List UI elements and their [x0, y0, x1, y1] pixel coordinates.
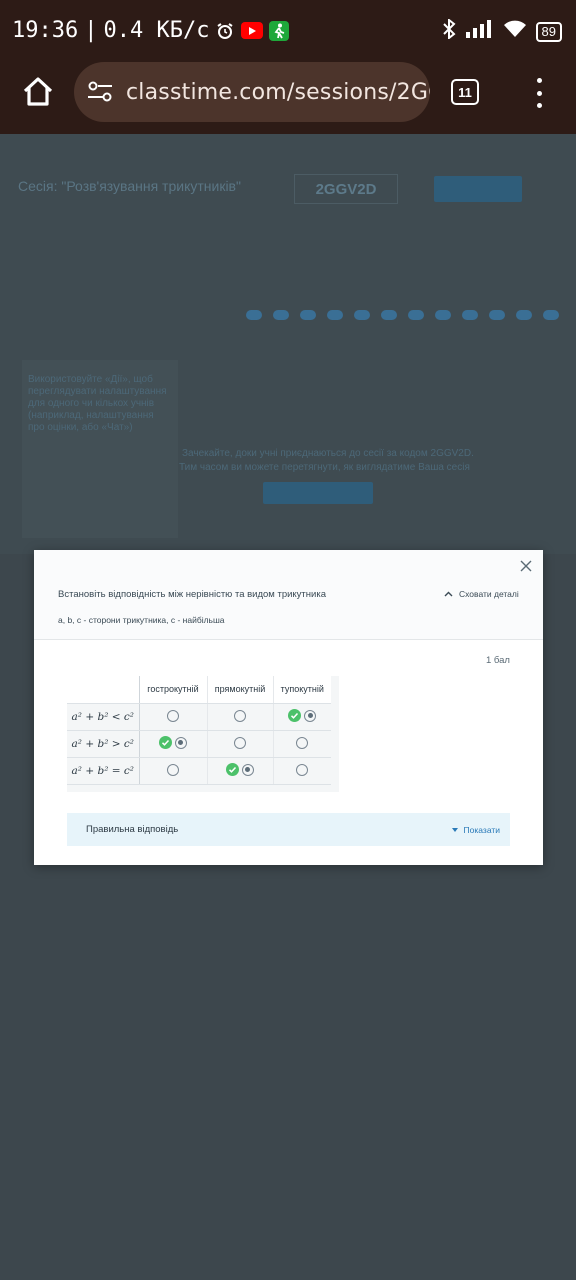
radio-option[interactable]: [296, 736, 309, 749]
session-title: Сесія: "Розв'язування трикутників": [18, 178, 241, 194]
bluetooth-icon: [441, 17, 457, 44]
points-label: 1 бал: [486, 655, 510, 666]
radio-option[interactable]: [167, 709, 179, 722]
alarm-icon: [215, 21, 235, 41]
radio-option[interactable]: [234, 736, 246, 749]
session-code: 2GGV2D: [294, 174, 398, 204]
hint-card: Використовуйте «Дії», щоб переглядувати …: [22, 360, 178, 538]
radio-option[interactable]: [167, 763, 179, 776]
youtube-icon: [241, 22, 264, 39]
clock-time: 19:36: [12, 18, 79, 43]
overflow-menu-icon[interactable]: [532, 78, 546, 108]
table-row: a² + b² < c²: [67, 703, 331, 731]
caret-down-icon: [451, 828, 458, 832]
row-label: a² + b² = c²: [67, 757, 140, 785]
table-row: a² + b² > c²: [67, 730, 331, 758]
column-header: гострокутній: [139, 676, 208, 704]
show-answer-label: Показати: [463, 825, 500, 835]
matching-table: гострокутній прямокутній тупокутній a² +…: [67, 676, 331, 785]
question-toggles: [246, 310, 559, 320]
question-title: Встановіть відповідність між нерівністю …: [58, 589, 326, 600]
question-subtitle: a, b, c - сторони трикутника, c - найбіл…: [58, 615, 225, 625]
site-settings-icon[interactable]: [86, 78, 114, 106]
status-bar: 19:36 | 0.4 КБ/с 89: [0, 0, 576, 62]
tab-switcher-button[interactable]: 11: [451, 79, 479, 105]
status-separator: |: [84, 18, 98, 43]
wifi-icon: [503, 20, 527, 43]
waiting-text-2: Тим часом ви можете перетягнути, як вигл…: [179, 462, 470, 473]
table-corner: [67, 676, 140, 704]
column-header: прямокутній: [207, 676, 274, 704]
radio-option-selected[interactable]: [175, 736, 187, 749]
check-icon: [226, 763, 239, 776]
url-text: classtime.com/sessions/2GGV2D: [126, 79, 430, 105]
address-bar[interactable]: classtime.com/sessions/2GGV2D: [74, 62, 430, 122]
hint-text: Використовуйте «Дії», щоб переглядувати …: [28, 374, 167, 433]
radio-option[interactable]: [296, 763, 309, 776]
correct-answer-bar[interactable]: Правильна відповідь Показати: [67, 813, 510, 846]
radio-option-selected[interactable]: [242, 763, 254, 776]
collapse-details-label: Сховати деталі: [459, 589, 519, 599]
check-icon: [159, 736, 172, 749]
correct-answer-label: Правильна відповідь: [86, 824, 179, 835]
close-icon[interactable]: [519, 559, 533, 573]
column-header: тупокутній: [273, 676, 331, 704]
show-answer-link[interactable]: Показати: [451, 825, 500, 835]
present-button: [434, 176, 522, 202]
signal-icon: [465, 20, 494, 43]
check-icon: [288, 709, 302, 722]
fitness-walk-icon: [269, 20, 290, 41]
browser-toolbar: classtime.com/sessions/2GGV2D 11: [0, 62, 576, 134]
modal-header: Встановіть відповідність між нерівністю …: [34, 550, 543, 640]
preview-session-button: [263, 482, 373, 504]
collapse-details-link[interactable]: Сховати деталі: [444, 589, 519, 599]
row-label: a² + b² > c²: [67, 730, 140, 758]
table-row: a² + b² = c²: [67, 757, 331, 785]
row-label: a² + b² < c²: [67, 703, 140, 731]
radio-option[interactable]: [234, 709, 246, 722]
battery-indicator: 89: [535, 21, 562, 42]
home-icon[interactable]: [20, 74, 56, 110]
chevron-up-icon: [444, 591, 453, 597]
waiting-text-1: Зачекайте, доки учні приєднаються до сес…: [182, 448, 474, 459]
radio-option-selected[interactable]: [304, 709, 317, 722]
question-details-modal: Встановіть відповідність між нерівністю …: [34, 550, 543, 865]
network-speed: 0.4 КБ/с: [103, 18, 210, 43]
